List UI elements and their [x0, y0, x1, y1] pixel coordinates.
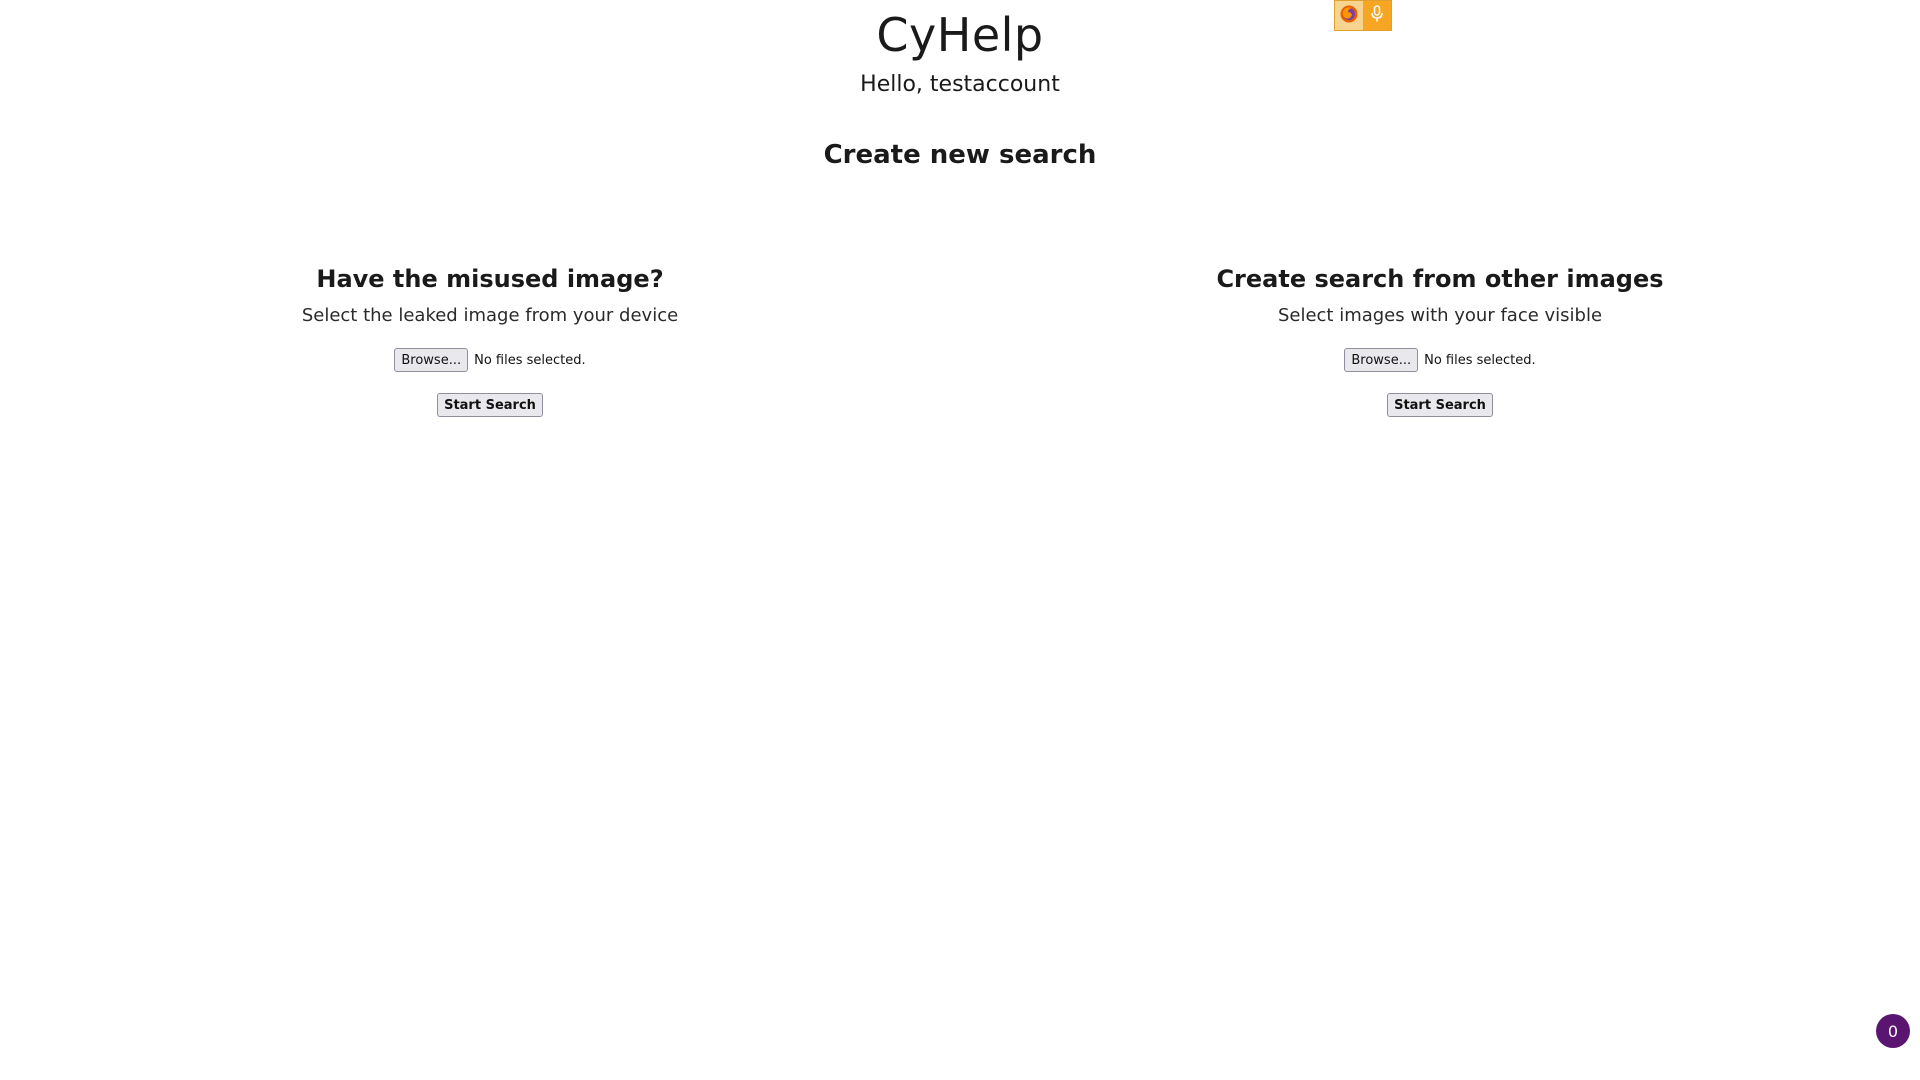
other-images-subtitle: Select images with your face visible	[1277, 305, 1603, 326]
misused-image-file-status: No files selected.	[474, 352, 586, 368]
other-images-browse-button[interactable]: Browse...	[1344, 348, 1419, 372]
firefox-icon	[1339, 4, 1359, 28]
misused-image-heading: Have the misused image?	[316, 265, 664, 293]
other-images-file-input: Browse... No files selected.	[1090, 348, 1790, 372]
section-title: Create new search	[823, 140, 1097, 170]
microphone-icon	[1369, 4, 1385, 27]
misused-image-panel: Have the misused image? Select the leake…	[140, 262, 840, 417]
misused-image-browse-button[interactable]: Browse...	[394, 348, 469, 372]
page: CyHelp Hello, testaccount Create new sea…	[0, 0, 1920, 1080]
app-title: CyHelp	[876, 8, 1044, 62]
notification-count-badge[interactable]: 0	[1876, 1014, 1910, 1048]
greeting-text: Hello, testaccount	[860, 72, 1060, 97]
other-images-panel: Create search from other images Select i…	[1090, 262, 1790, 417]
other-images-file-status: No files selected.	[1424, 352, 1536, 368]
voice-input-button[interactable]	[1363, 1, 1391, 30]
misused-image-subtitle: Select the leaked image from your device	[301, 305, 679, 326]
extension-toolbar	[1334, 0, 1392, 31]
other-images-heading: Create search from other images	[1216, 265, 1664, 293]
misused-image-file-input: Browse... No files selected.	[140, 348, 840, 372]
misused-image-start-search-button[interactable]: Start Search	[437, 393, 543, 417]
other-images-start-search-button[interactable]: Start Search	[1387, 393, 1493, 417]
firefox-extension-button[interactable]	[1335, 1, 1363, 30]
